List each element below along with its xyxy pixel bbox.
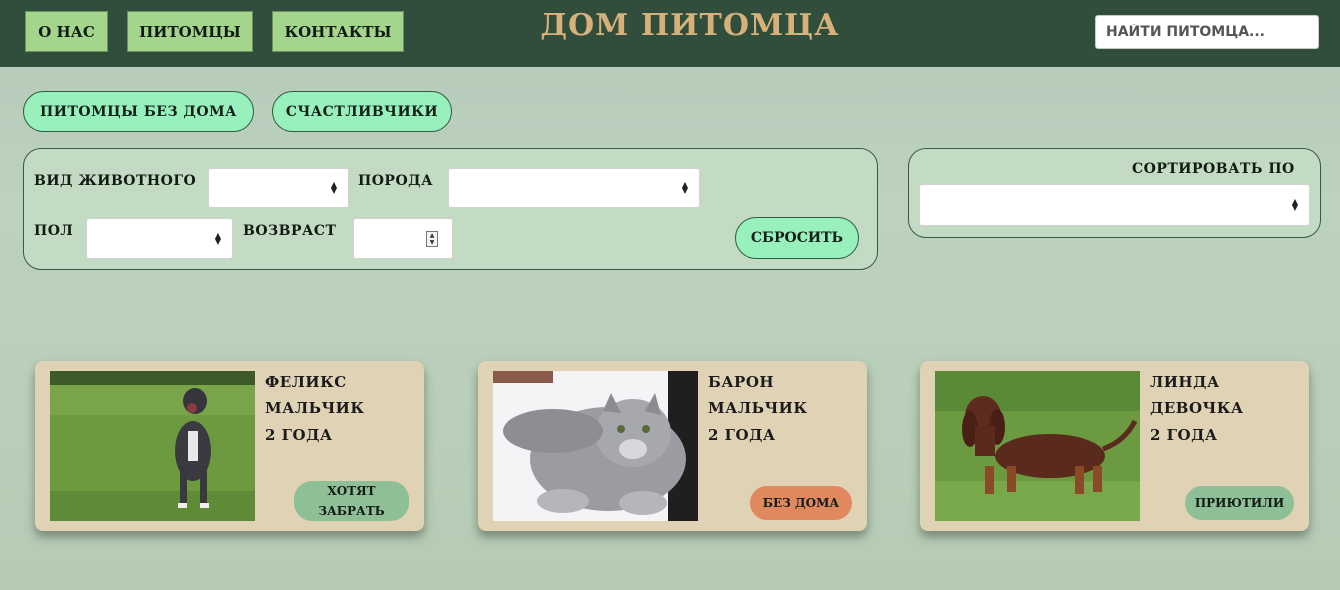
search-input[interactable] — [1095, 15, 1319, 49]
nav-contacts-button[interactable]: КОНТАКТЫ — [272, 11, 404, 52]
pet-name: БАРОН — [708, 373, 775, 391]
species-label: ВИД ЖИВОТНОГО — [34, 173, 197, 189]
tab-lucky-pets[interactable]: СЧАСТЛИВЧИКИ — [272, 91, 452, 132]
reset-button[interactable]: СБРОСИТЬ — [735, 217, 859, 259]
pet-age: 2 ГОДА — [265, 426, 333, 444]
pet-age: 2 ГОДА — [708, 426, 776, 444]
select-arrows-icon: ▲ ▼ — [214, 230, 221, 246]
status-badge[interactable]: ХОТЯТ ЗАБРАТЬ — [294, 481, 409, 521]
site-title: ДОМ ПИТОМЦА — [540, 8, 840, 43]
status-badge[interactable]: БЕЗ ДОМА — [750, 486, 852, 520]
pet-card[interactable]: БАРОН МАЛЬЧИК 2 ГОДА БЕЗ ДОМА — [478, 361, 867, 531]
pet-sex: МАЛЬЧИК — [265, 399, 365, 417]
pet-age: 2 ГОДА — [1150, 426, 1218, 444]
dog-photo — [50, 371, 255, 521]
cat-photo — [493, 371, 698, 521]
nav-pets-button[interactable]: ПИТОМЦЫ — [127, 11, 253, 52]
nav-about-button[interactable]: О НАС — [25, 11, 108, 52]
sex-label: ПОЛ — [34, 223, 74, 239]
select-arrows-icon: ▲ ▼ — [1291, 197, 1298, 212]
dachshund-photo — [935, 371, 1140, 521]
select-arrows-icon: ▲ ▼ — [681, 180, 688, 195]
pet-card[interactable]: ЛИНДА ДЕВОЧКА 2 ГОДА ПРИЮТИЛИ — [920, 361, 1309, 531]
sex-select[interactable]: ▲ ▼ — [86, 218, 233, 259]
sort-label: СОРТИРОВАТЬ ПО — [1132, 161, 1295, 177]
pet-card[interactable]: ФЕЛИКС МАЛЬЧИК 2 ГОДА ХОТЯТ ЗАБРАТЬ — [35, 361, 424, 531]
status-badge[interactable]: ПРИЮТИЛИ — [1185, 486, 1294, 520]
species-select[interactable]: ▲ ▼ — [208, 168, 349, 208]
pet-name: ФЕЛИКС — [265, 373, 347, 391]
spinner-icon[interactable]: ▲ ▼ — [426, 231, 438, 247]
site-header: О НАС ПИТОМЦЫ КОНТАКТЫ ДОМ ПИТОМЦА — [0, 0, 1340, 67]
sort-select[interactable]: ▲ ▼ — [919, 184, 1310, 226]
select-arrows-icon: ▲ ▼ — [330, 180, 337, 195]
pet-name: ЛИНДА — [1150, 373, 1220, 391]
pet-sex: МАЛЬЧИК — [708, 399, 808, 417]
age-number-input[interactable]: ▲ ▼ — [353, 218, 453, 259]
age-label: ВОЗВРАСТ — [243, 223, 337, 239]
pet-sex: ДЕВОЧКА — [1150, 399, 1244, 417]
breed-label: ПОРОДА — [358, 173, 433, 189]
breed-select[interactable]: ▲ ▼ — [448, 168, 700, 208]
tab-homeless-pets[interactable]: ПИТОМЦЫ БЕЗ ДОМА — [23, 91, 254, 132]
